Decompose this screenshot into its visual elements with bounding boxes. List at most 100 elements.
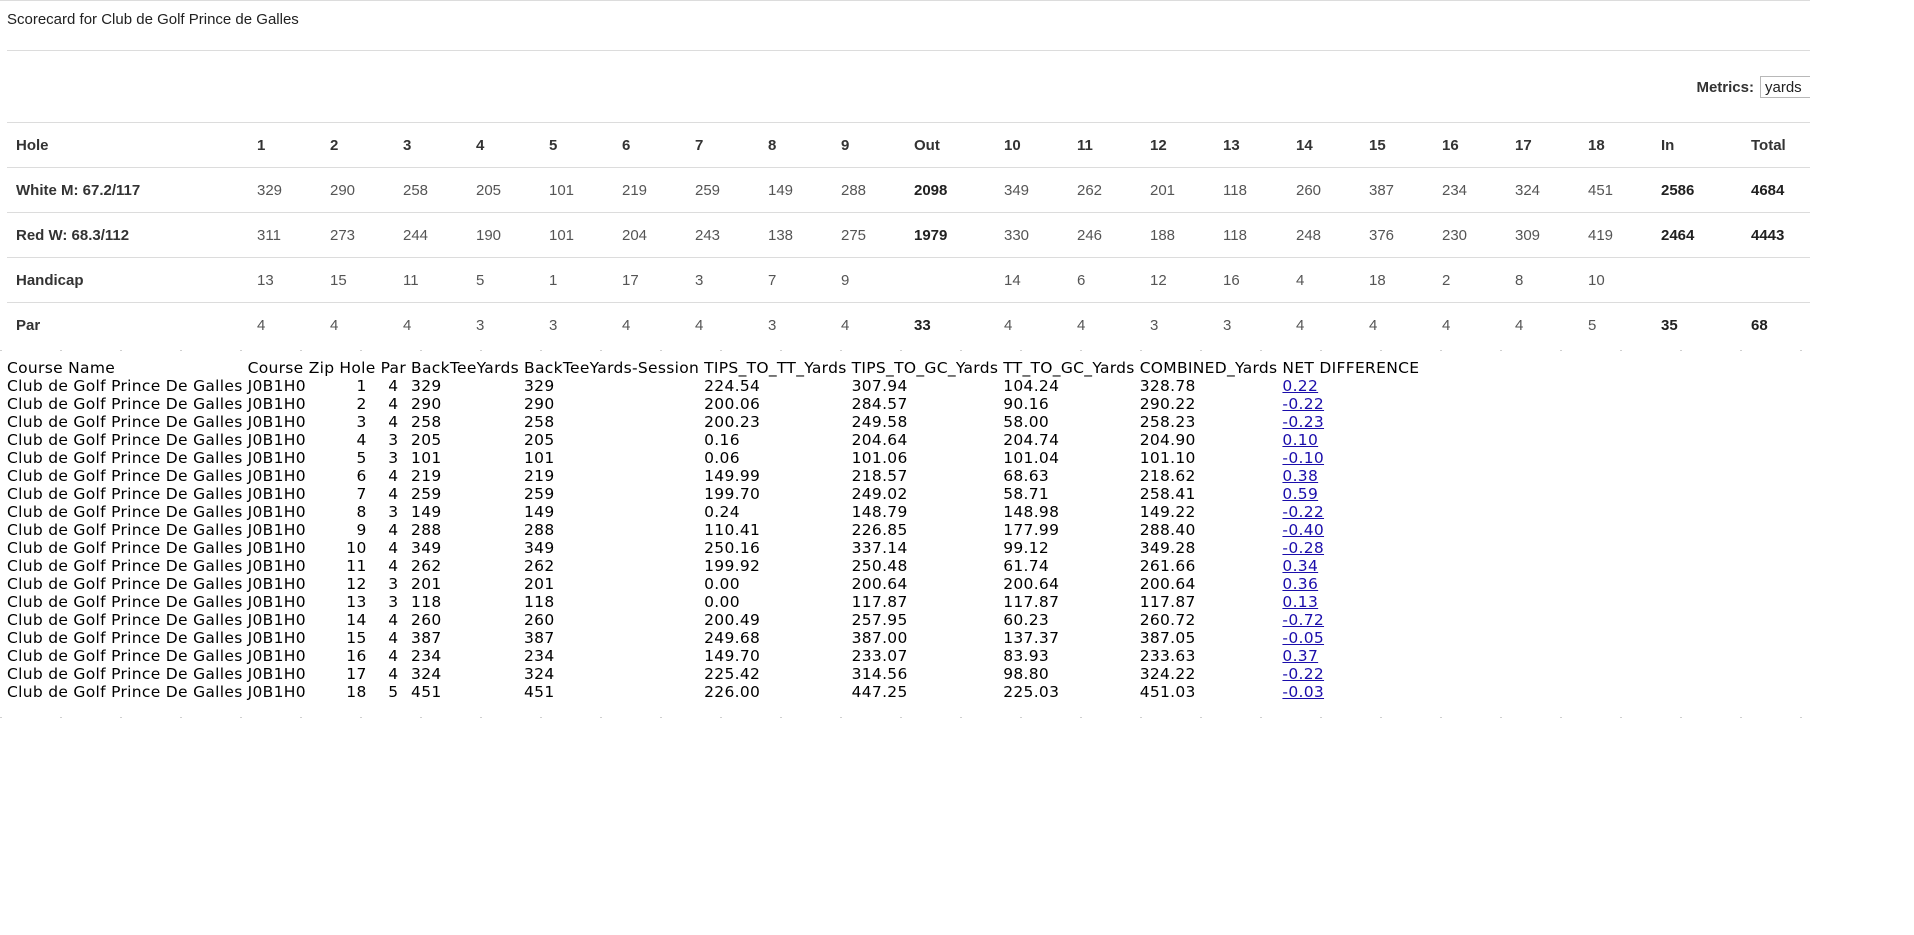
data-cell: J0B1H0 [247,413,306,431]
net-difference-link[interactable]: 0.13 [1282,593,1318,611]
data-cell: 3 [388,449,399,467]
scorecard-header-hole: Hole [7,122,248,168]
scorecard-cell: 275 [832,212,905,258]
net-difference-link[interactable]: -0.22 [1282,503,1324,521]
scorecard-header-cell: 13 [1214,122,1287,168]
data-cell: 226.00 [704,683,761,701]
data-cell: J0B1H0 [247,449,306,467]
data-cell: 99.12 [1003,539,1050,557]
data-cell: 101.04 [1003,449,1060,467]
scorecard-cell: 16 [1214,257,1287,303]
net-difference-link[interactable]: 0.38 [1282,467,1318,485]
scorecard-cell: 262 [1068,167,1141,213]
data-cell: -0.23 [1282,413,1424,431]
data-cell: 117.87 [1139,593,1196,611]
net-difference-link[interactable]: -0.40 [1282,521,1324,539]
net-difference-link[interactable]: 0.59 [1282,485,1318,503]
net-difference-link[interactable]: 0.36 [1282,575,1318,593]
net-difference-link[interactable]: -0.22 [1282,665,1324,683]
data-cell: 0.16 [704,431,740,449]
data-cell: 324 [411,665,442,683]
scorecard-cell: 8 [1506,257,1579,303]
data-column-header: TIPS_TO_TT_Yards [704,359,847,377]
data-cell: 0.10 [1282,431,1424,449]
scorecard-cell: 118 [1214,212,1287,258]
data-cell: 149.99 [704,467,761,485]
scorecard-cell: 258 [394,167,467,213]
data-cell: Club de Golf Prince De Galles [7,557,243,575]
net-difference-link[interactable]: 0.34 [1282,557,1318,575]
scorecard-cell: 18 [1360,257,1433,303]
data-cell: 58.00 [1003,413,1050,431]
data-cell: 260.72 [1139,611,1196,629]
data-cell: 4 [388,413,399,431]
data-cell: 4 [388,521,399,539]
data-cell: 349 [411,539,442,557]
data-cell: 349.28 [1139,539,1196,557]
data-cell: J0B1H0 [247,593,306,611]
net-difference-link[interactable]: -0.28 [1282,539,1324,557]
data-cell: 8 [356,503,367,521]
net-difference-link[interactable]: 0.37 [1282,647,1318,665]
data-cell: Club de Golf Prince De Galles [7,539,243,557]
scorecard-header-cell: 17 [1506,122,1579,168]
data-cell: Club de Golf Prince De Galles [7,377,243,395]
scorecard-header-cell: 16 [1433,122,1506,168]
scorecard-cell: 4443 [1742,212,1810,258]
net-difference-link[interactable]: 0.22 [1282,377,1318,395]
scorecard-cell: 11 [394,257,467,303]
scorecard-cell: 204 [613,212,686,258]
data-cell: Club de Golf Prince De Galles [7,593,243,611]
data-cell: 3 [356,413,367,431]
data-cell: 329 [524,377,555,395]
data-cell: 0.13 [1282,593,1424,611]
scorecard-header-cell: 12 [1141,122,1214,168]
data-cell: -0.40 [1282,521,1424,539]
scorecard-cell: 330 [995,212,1068,258]
data-cell: 288 [411,521,442,539]
data-cell: J0B1H0 [247,683,306,701]
net-difference-link[interactable]: -0.03 [1282,683,1324,701]
net-difference-link[interactable]: -0.23 [1282,413,1324,431]
metrics-select[interactable]: yards [1760,76,1810,98]
net-difference-link[interactable]: 0.10 [1282,431,1318,449]
scorecard-row: Handicap 13 15 11 5 1 17 3 7 9 14 6 12 16 4 18 2 8 10 [7,257,1810,303]
scorecard-cell: 4 [686,302,759,347]
data-cell: 329 [411,377,442,395]
data-cell: 118 [524,593,555,611]
data-cell: 4 [388,539,399,557]
data-cell: 200.64 [1139,575,1196,593]
net-difference-link[interactable]: -0.22 [1282,395,1324,413]
data-cell: 4 [388,557,399,575]
scorecard-cell: 311 [248,212,321,258]
scorecard-cell: 4 [995,302,1068,347]
data-column-header: TIPS_TO_GC_Yards [851,359,999,377]
data-cell: -0.10 [1282,449,1424,467]
net-difference-link[interactable]: -0.10 [1282,449,1324,467]
scorecard-cell: 4 [1287,302,1360,347]
data-cell: Club de Golf Prince De Galles [7,629,243,647]
data-cell: 9 [356,521,367,539]
scorecard-cell: 138 [759,212,832,258]
data-cell: J0B1H0 [247,377,306,395]
scorecard-cell [905,257,995,303]
data-cell: 177.99 [1003,521,1060,539]
data-row: Club de Golf Prince De Galles J0B1H0 9 4 288… [7,521,1424,539]
scorecard-cell: 3 [1141,302,1214,347]
data-cell: 68.63 [1003,467,1050,485]
net-difference-link[interactable]: -0.72 [1282,611,1324,629]
data-cell: 4 [388,647,399,665]
data-table-header: Course Name Course Zip Hole Par BackTeeYards… [7,359,1424,377]
data-cell: -0.28 [1282,539,1424,557]
scorecard-cell: 33 [905,302,995,347]
data-cell: 4 [356,431,367,449]
scorecard-row-label: White M: 67.2/117 [7,167,248,213]
data-cell: J0B1H0 [247,395,306,413]
scorecard-cell: 219 [613,167,686,213]
net-difference-link[interactable]: -0.05 [1282,629,1324,647]
data-row: Club de Golf Prince De Galles J0B1H0 18 5 45… [7,683,1424,701]
section-divider [0,350,1810,351]
scorecard-cell: 4 [321,302,394,347]
data-cell: J0B1H0 [247,431,306,449]
scorecard-cell: 349 [995,167,1068,213]
